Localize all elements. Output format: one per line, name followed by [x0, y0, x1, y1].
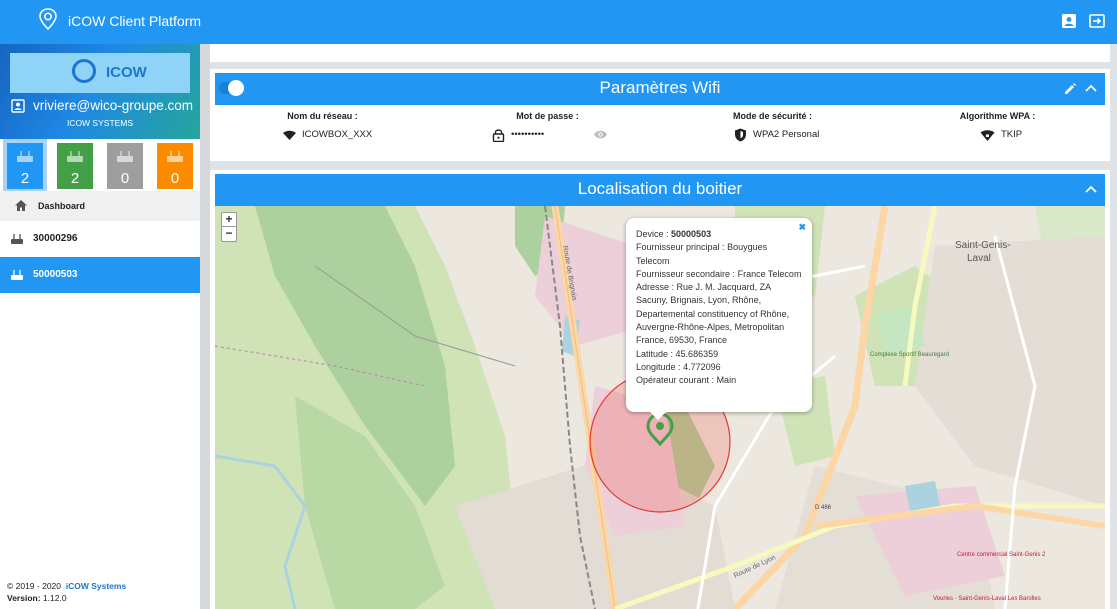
counter-online[interactable]: 2 [57, 143, 93, 189]
counter-warning[interactable]: 0 [157, 143, 193, 189]
map-label-laval: Laval [967, 253, 991, 264]
copyright-text: © 2019 - 2020 [7, 581, 61, 591]
wifi-lock-icon [980, 130, 995, 141]
wpa-value: TKIP [1001, 129, 1023, 140]
map-label-saint-genis: Saint-Genis- [955, 240, 1011, 251]
popup-op-value: Main [716, 375, 737, 386]
wifi-card: Paramètres Wifi Nom du réseau : ICOWBOX_… [210, 69, 1110, 161]
counter-value: 0 [170, 170, 180, 187]
location-card: Localisation du boitier Saint-Genis- Lav… [210, 170, 1110, 609]
chevron-up-icon[interactable] [1085, 84, 1097, 92]
counter-value: 2 [20, 170, 30, 187]
map-label-bottom-right: Vourles · Saint-Genis-Laval Les Barolles [933, 596, 1041, 602]
brand-logo: ICOW [10, 53, 190, 93]
home-icon [15, 200, 27, 211]
popup-lon-value: 4.772096 [683, 361, 721, 372]
map-label-d486: D 486 [815, 505, 832, 511]
shield-icon [735, 128, 746, 142]
network-value: ICOWBOX_XXX [302, 129, 373, 140]
wifi-icon [283, 130, 296, 140]
counter-all[interactable]: 2 [7, 143, 43, 189]
popup-operator: Opérateur courant : Main [636, 374, 802, 387]
popup-lat-value: 45.686359 [675, 348, 719, 359]
app-title: iCOW Client Platform [68, 13, 202, 29]
router-icon [11, 270, 23, 280]
security-value: WPA2 Personal [753, 129, 820, 140]
account-box-icon[interactable] [1060, 12, 1078, 30]
sidebar: ICOW vriviere@wico-groupe.com ICOW SYSTE… [0, 44, 200, 609]
popup-secondary-label: Fournisseur secondaire : [636, 268, 736, 279]
version-label: Version: [7, 593, 41, 603]
popup-secondary: Fournisseur secondaire : France Telecom [636, 268, 802, 281]
user-company: ICOW SYSTEMS [66, 118, 134, 128]
counter-value: 0 [120, 170, 130, 187]
popup-longitude: Longitude : 4.772096 [636, 361, 802, 374]
map-label-centre: Centre commercial Saint-Genis 2 [957, 552, 1046, 558]
password-value: •••••••••• [511, 129, 545, 140]
user-icon [11, 99, 25, 113]
previous-card-bottom [210, 44, 1110, 62]
password-label: Mot de passe : [516, 111, 579, 121]
brand-text: ICOW [106, 64, 147, 81]
router-icon [67, 151, 83, 162]
nav-device-30000296[interactable]: 30000296 [0, 221, 200, 257]
nav-device-label: 30000296 [33, 233, 78, 244]
network-label: Nom du réseau : [287, 111, 358, 121]
popup-tip [650, 412, 666, 420]
counter-value: 2 [70, 170, 80, 187]
nav-device-label: 50000503 [33, 269, 78, 280]
user-card: ICOW vriviere@wico-groupe.com ICOW SYSTE… [0, 44, 200, 139]
location-card-header: Localisation du boitier [215, 174, 1105, 206]
router-icon [17, 151, 33, 162]
top-app-bar: iCOW Client Platform [0, 0, 1117, 44]
nav-dashboard-label: Dashboard [38, 201, 86, 211]
version-value: 1.12.0 [42, 593, 67, 603]
company-link[interactable]: iCOW Systems [66, 581, 126, 591]
zoom-in-button[interactable]: + [222, 213, 236, 227]
wifi-card-header: Paramètres Wifi [215, 73, 1105, 105]
map-label-complexe: Complexe Sportif Beauregard [870, 352, 949, 358]
popup-address-label: Adresse : [636, 282, 675, 293]
lock-icon [492, 129, 505, 142]
router-icon [167, 151, 183, 162]
zoom-out-button[interactable]: − [222, 227, 236, 241]
popup-device: Device : 50000503 [636, 228, 802, 241]
sidebar-footer: © 2019 - 2020 iCOW Systems Version: 1.12… [7, 580, 126, 604]
chevron-up-icon[interactable] [1085, 185, 1097, 193]
scroll-gutter [200, 44, 210, 609]
popup-device-value: 50000503 [671, 229, 712, 239]
logout-icon[interactable] [1088, 12, 1106, 30]
brand-ring-icon [72, 59, 96, 83]
nav-dashboard[interactable]: Dashboard [0, 191, 200, 221]
location-pin-logo-icon [39, 8, 57, 30]
wifi-title: Paramètres Wifi [599, 78, 721, 97]
popup-op-label: Opérateur courant : [636, 375, 715, 386]
popup-latitude: Latitude : 45.686359 [636, 348, 802, 361]
user-email: vriviere@wico-groupe.com [33, 98, 194, 113]
device-counters: 2 2 0 0 [0, 139, 200, 191]
popup-primary: Fournisseur principal : Bouygues Telecom [636, 241, 802, 268]
show-password-eye-icon[interactable] [593, 129, 608, 140]
popup-primary-label: Fournisseur principal : [636, 242, 725, 253]
edit-pencil-icon[interactable] [1063, 82, 1077, 96]
zoom-control: + − [221, 212, 237, 242]
security-label: Mode de sécurité : [732, 111, 813, 121]
counter-offline[interactable]: 0 [107, 143, 143, 189]
popup-lon-label: Longitude : [636, 361, 681, 372]
router-icon [11, 234, 23, 244]
device-popup: ✖ Device : 50000503 Fournisseur principa… [626, 218, 812, 420]
map[interactable]: Saint-Genis- Laval Route de Brignais Rou… [215, 206, 1105, 609]
popup-lat-label: Latitude : [636, 348, 674, 359]
popup-address: Adresse : Rue J. M. Jacquard, ZA Sacuny,… [636, 281, 802, 347]
wpa-label: Algorithme WPA : [959, 111, 1036, 121]
popup-close-button[interactable]: ✖ [798, 221, 806, 234]
router-icon [117, 151, 133, 162]
popup-secondary-value: France Telecom [737, 268, 802, 279]
nav-device-50000503[interactable]: 50000503 [0, 257, 200, 293]
location-title: Localisation du boitier [577, 179, 743, 198]
popup-device-label: Device : [636, 229, 669, 239]
